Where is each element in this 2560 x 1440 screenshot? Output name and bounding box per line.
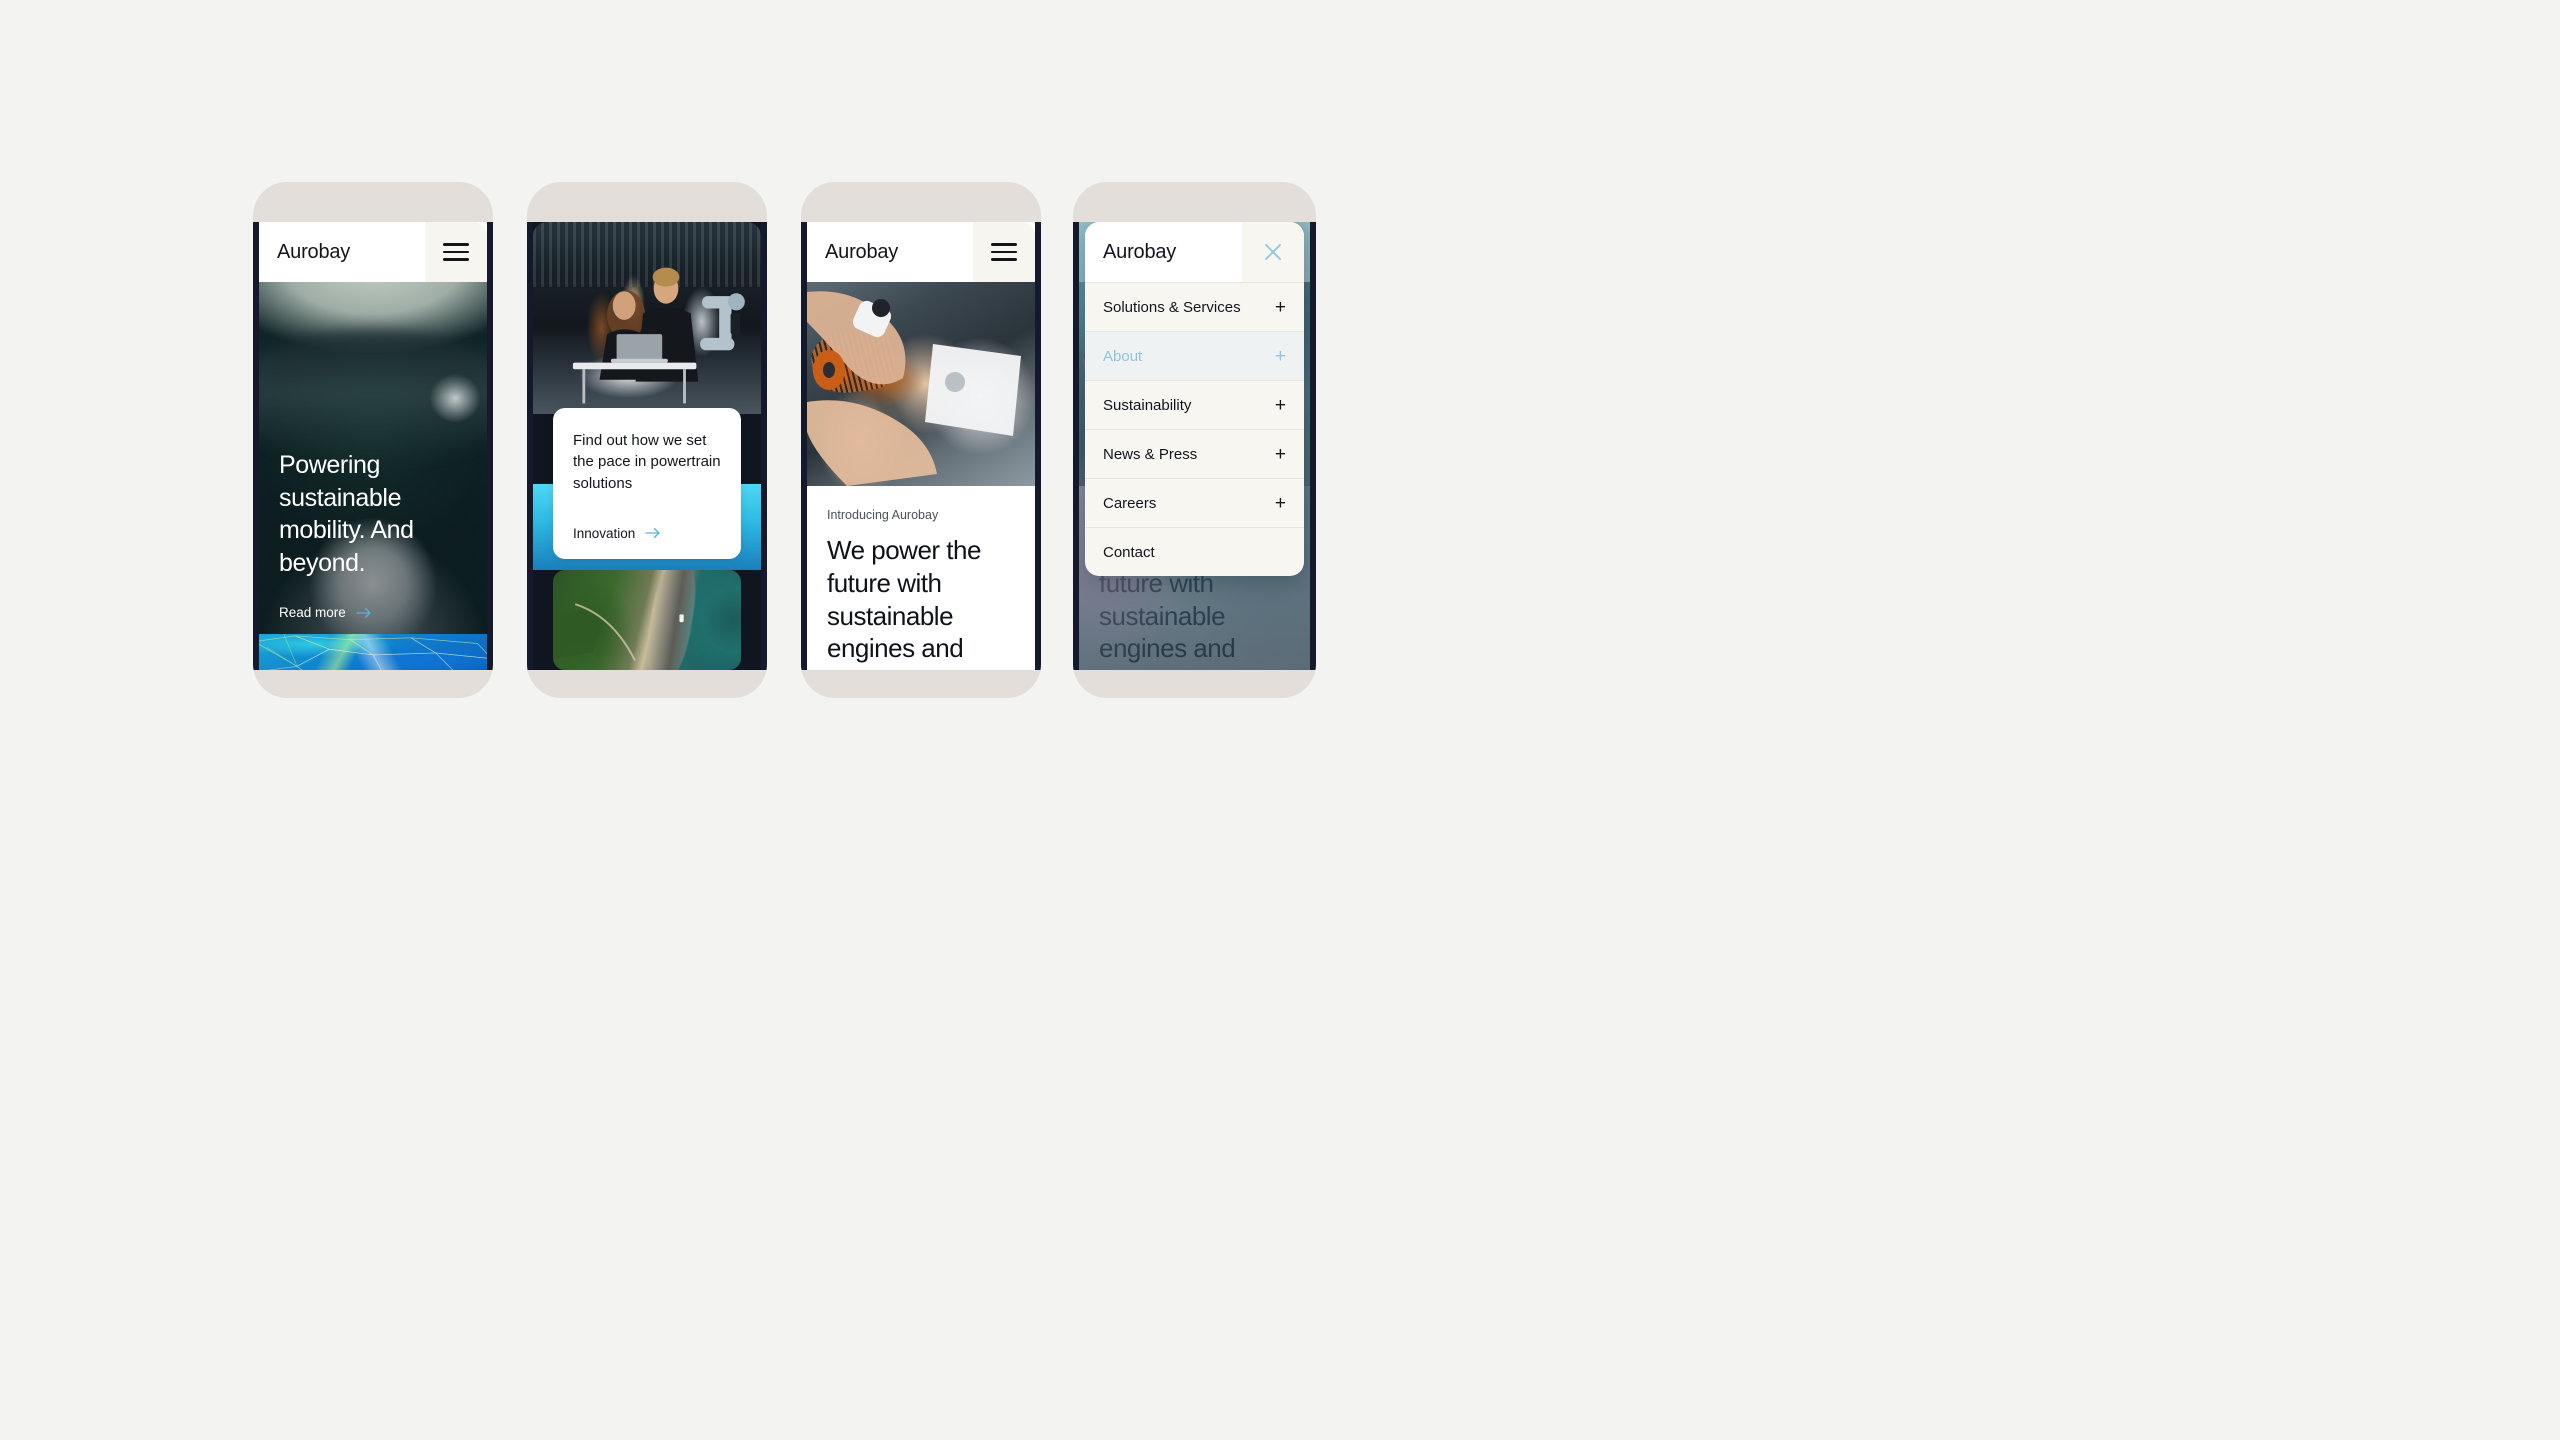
brand-logo[interactable]: Aurobay [807,222,973,282]
motor-image-hands [807,291,1021,486]
mesh-strip-section [259,634,487,670]
menu-item-label: Careers [1103,494,1157,512]
phone-mockup-about-article: Aurobay Introducing Aurobay We power the… [801,182,1041,698]
arrow-right-icon [645,528,660,539]
menu-item-label: Contact [1103,543,1155,561]
menu-item-careers[interactable]: Careers + [1085,478,1304,527]
menu-item-contact[interactable]: Contact [1085,527,1304,576]
hamburger-icon [443,243,469,261]
lab-image-figures [572,267,745,404]
hero-banner: Powering sustainable mobility. And beyon… [259,282,487,634]
aerial-image-detail [553,603,684,662]
menu-item-sustainability[interactable]: Sustainability + [1085,380,1304,429]
plus-icon: + [1274,296,1286,318]
menu-item-label: News & Press [1103,445,1198,463]
menu-item-about[interactable]: About + [1085,331,1304,380]
phone-screen: Aurobay Introducing Aurobay We power the… [1073,222,1316,670]
article-body: Introducing Aurobay We power the future … [807,486,1035,670]
close-menu-button[interactable] [1242,222,1304,282]
mesh-simulation-image [259,634,487,670]
hamburger-menu-button[interactable] [425,222,487,282]
hero-title: Powering sustainable mobility. And beyon… [279,451,414,577]
close-icon [1265,244,1281,260]
phone-screen: Find out how we set the pace in powertra… [527,222,767,670]
screenshot-stage: Aurobay Powering sustainable mobility. A… [0,0,2560,1440]
plus-icon: + [1274,492,1286,514]
menu-item-label: About [1103,347,1143,365]
arrow-right-icon [356,607,371,618]
menu-item-label: Sustainability [1103,396,1192,414]
lab-photo-block [533,222,761,414]
motor-photo-block [807,282,1035,486]
mesh-wireframe-overlay [259,634,487,670]
phone-mockup-home-hero: Aurobay Powering sustainable mobility. A… [253,182,493,698]
article-eyebrow: Introducing Aurobay [827,508,939,522]
phone-mockup-menu-open: Aurobay Introducing Aurobay We power the… [1073,182,1316,698]
menu-header-bar: Aurobay [1085,222,1304,282]
innovation-card-title: Find out how we set the pace in powertra… [573,432,721,492]
menu-item-solutions-services[interactable]: Solutions & Services + [1085,282,1304,331]
hero-read-more-link[interactable]: Read more [279,605,469,620]
hero-copy-block: Powering sustainable mobility. And beyon… [279,449,469,620]
menu-item-news-press[interactable]: News & Press + [1085,429,1304,478]
aerial-photo-block [553,570,741,670]
phone-mockup-innovation-card: Find out how we set the pace in powertra… [527,182,767,698]
app-header-bar: Aurobay [259,222,487,282]
hero-read-more-label: Read more [279,605,346,620]
plus-icon: + [1274,443,1286,465]
brand-logo[interactable]: Aurobay [1085,222,1242,282]
innovation-card-link-label: Innovation [573,525,636,541]
navigation-menu-panel: Aurobay Solutions & Services + About + S… [1085,222,1304,576]
innovation-teaser-card[interactable]: Find out how we set the pace in powertra… [553,408,741,559]
article-heading: We power the future with sustainable eng… [827,535,1007,670]
menu-item-label: Solutions & Services [1103,298,1241,316]
hamburger-icon [991,243,1017,261]
plus-icon: + [1274,345,1286,367]
hamburger-menu-button[interactable] [973,222,1035,282]
phone-screen: Aurobay Introducing Aurobay We power the… [801,222,1041,670]
innovation-card-link[interactable]: Innovation [573,526,721,541]
plus-icon: + [1274,394,1286,416]
app-header-bar: Aurobay [807,222,1035,282]
brand-logo[interactable]: Aurobay [259,222,425,282]
phone-screen: Aurobay Powering sustainable mobility. A… [253,222,493,670]
